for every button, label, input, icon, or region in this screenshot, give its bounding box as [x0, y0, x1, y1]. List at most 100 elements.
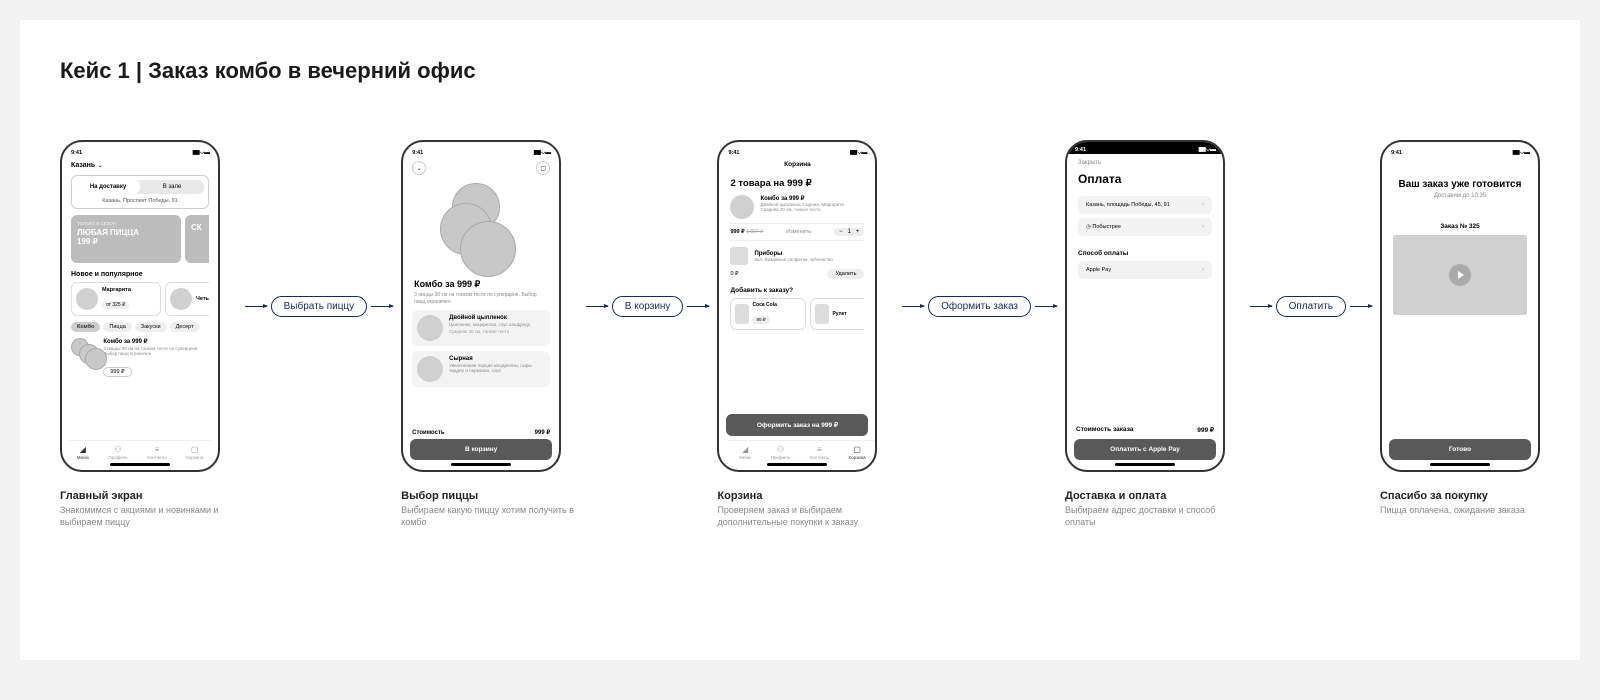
upsell-card[interactable]: Coca Cola90 ₽ [730, 298, 806, 330]
bag-icon: ▢ [540, 165, 546, 172]
product-card[interactable]: Четыр [165, 282, 209, 316]
tab-delivery[interactable]: На доставку [76, 180, 140, 194]
payment-method-field[interactable]: Apple Pay› [1078, 261, 1212, 279]
promo-banner[interactable]: ТОЛЬКО В СЕЗОН ЛЮБАЯ ПИЦЦА199 ₽ [71, 215, 181, 263]
bottom-nav: ◢Меню ⚇Профиль ≡Контакты ▢Корзина [67, 440, 213, 460]
tab-dinein[interactable]: В зале [140, 180, 204, 194]
category-chip[interactable]: Комбо [71, 322, 100, 332]
pizza-option[interactable]: Двойной цыпленокЦыпленок, моцарелла, соу… [412, 310, 550, 346]
section-header: Способ оплаты [1078, 250, 1212, 257]
section-header: Новое и популярное [71, 271, 209, 278]
upsell-header: Добавить к заказу? [730, 287, 864, 294]
chevron-right-icon: › [1202, 224, 1204, 230]
home-indicator [110, 463, 170, 466]
connector-label: Оплатить [1276, 296, 1346, 317]
home-indicator [1430, 463, 1490, 466]
change-link[interactable]: Изменить [786, 229, 811, 235]
upsell-card[interactable]: Рулет [810, 298, 864, 330]
speed-field[interactable]: ◷ Побыстрее› [1078, 218, 1212, 236]
person-icon: ⚇ [114, 445, 121, 454]
step-payment: 9:41▮▮▮ ⌵ ▬ Закрыть Оплата Казань, площа… [1065, 140, 1242, 528]
phone-cart: 9:41▮▮▮ ⌵ ▬ Корзина 2 товара на 999 ₽ Ко… [717, 140, 877, 472]
combo-hero-image [408, 181, 554, 275]
nav-menu[interactable]: ◢Меню [77, 445, 89, 460]
pizza-icon [730, 195, 754, 219]
phone-combo: 9:41▮▮▮ ⌵ ▬ ⌄ ▢ Комбо за 999 ₽ 3 пиццы 3… [401, 140, 561, 472]
step-combo: 9:41▮▮▮ ⌵ ▬ ⌄ ▢ Комбо за 999 ₽ 3 пиццы 3… [401, 140, 578, 528]
order-number: Заказ № 325 [1387, 223, 1533, 230]
plus-icon[interactable]: + [856, 229, 860, 235]
signal-wifi-battery-icon: ▮▮▮ ⌵ ▬ [1198, 146, 1215, 154]
pizza-icon [76, 288, 98, 310]
design-canvas: Кейс 1 | Заказ комбо в вечерний офис 9:4… [20, 20, 1580, 660]
step-desc: Пицца оплачена, ожидание заказа [1380, 505, 1540, 517]
product-card[interactable]: Маргаритаот 325 ₽ [71, 282, 161, 316]
chevron-right-icon: › [1202, 267, 1204, 273]
step-desc: Выбираем адрес доставки и способ оплаты [1065, 505, 1242, 528]
play-icon [1449, 264, 1471, 286]
nav-cart[interactable]: ▢Корзина [186, 445, 203, 460]
nav-profile[interactable]: ⚇Профиль [771, 445, 790, 460]
cart-button[interactable]: ▢ [536, 161, 550, 175]
phone-home: 9:41▮▮▮ ⌵ ▬ Казань⌄ На доставку В зале К… [60, 140, 220, 472]
nav-contacts[interactable]: ≡Контакты [810, 445, 829, 460]
step-title: Спасибо за покупку [1380, 490, 1540, 502]
close-button[interactable]: Закрыть [1078, 160, 1212, 166]
location-selector[interactable]: Казань⌄ [67, 159, 213, 173]
add-to-cart-button[interactable]: В корзину [410, 439, 552, 460]
page-title: Оплата [1078, 172, 1212, 186]
status-bar: 9:41▮▮▮ ⌵ ▬ [408, 147, 554, 159]
utensils-item: Приборы5шт, бумажные салфетки, зубочистк… [730, 247, 864, 265]
flow-connector: Выбрать пиццу [245, 140, 394, 472]
cart-summary: 2 товара на 999 ₽ [730, 178, 864, 189]
category-chip[interactable]: Десерт [170, 322, 200, 332]
flow-connector: Оформить заказ [902, 140, 1057, 472]
flow-connector: В корзину [586, 140, 710, 472]
step-thanks: 9:41▮▮▮ ⌵ ▬ Ваш заказ уже готовится Дост… [1380, 140, 1540, 517]
pay-button[interactable]: Оплатить с Apple Pay [1074, 439, 1216, 460]
connector-label: Оформить заказ [928, 296, 1031, 317]
connector-label: В корзину [612, 296, 684, 317]
done-button[interactable]: Готово [1389, 439, 1531, 460]
combo-image [71, 338, 97, 368]
chevron-down-icon: ⌄ [417, 165, 422, 172]
nav-profile[interactable]: ⚇Профиль [108, 445, 127, 460]
address-text: Казань, Проспект Победы, 91 [76, 198, 204, 204]
address-field[interactable]: Казань, площадь Победы, 45, 91› [1078, 196, 1212, 214]
drink-icon [735, 304, 749, 324]
pizza-icon [417, 315, 443, 341]
clock-icon: ◷ [1086, 224, 1091, 230]
nav-cart[interactable]: ▢Корзина [849, 445, 866, 460]
chevron-down-icon: ⌄ [98, 163, 102, 169]
minus-icon[interactable]: − [839, 229, 843, 235]
signal-wifi-battery-icon: ▮▮▮ ⌵ ▬ [850, 149, 867, 157]
back-button[interactable]: ⌄ [412, 161, 426, 175]
pizza-slice-icon: ◢ [80, 445, 86, 454]
category-chip[interactable]: Пицца [103, 322, 131, 332]
qty-stepper[interactable]: −1+ [834, 228, 864, 236]
nav-contacts[interactable]: ≡Контакты [147, 445, 166, 460]
product-title: Комбо за 999 ₽ [414, 279, 548, 290]
thanks-title: Ваш заказ уже готовится [1397, 179, 1523, 191]
category-chip[interactable]: Закуски [135, 322, 167, 332]
page-title: Корзина [724, 161, 870, 168]
tracking-video[interactable] [1393, 235, 1527, 315]
status-bar: 9:41▮▮▮ ⌵ ▬ [1387, 147, 1533, 159]
delete-button[interactable]: Удалить [827, 269, 864, 279]
checkout-button[interactable]: Оформить заказ на 999 ₽ [726, 414, 868, 436]
step-desc: Выбираем какую пиццу хотим получить в ко… [401, 505, 578, 528]
bag-icon: ▢ [853, 445, 861, 454]
bottom-nav: ◢Меню ⚇Профиль ≡Контакты ▢Корзина [729, 440, 875, 460]
list-icon: ≡ [817, 445, 822, 454]
nav-menu[interactable]: ◢Меню [739, 445, 751, 460]
combo-card[interactable]: Комбо за 999 ₽ 3 пиццы 30 см на тонком т… [71, 338, 209, 378]
pizza-option[interactable]: СырнаяУвеличенная порция моцареллы, сыры… [412, 351, 550, 387]
home-indicator [451, 463, 511, 466]
list-icon: ≡ [155, 445, 160, 454]
step-desc: Проверяем заказ и выбираем дополнительны… [717, 505, 894, 528]
status-bar: 9:41▮▮▮ ⌵ ▬ [724, 147, 870, 159]
delivery-tabs[interactable]: На доставку В зале [76, 180, 204, 194]
phone-payment: 9:41▮▮▮ ⌵ ▬ Закрыть Оплата Казань, площа… [1065, 140, 1225, 472]
promo-banner-2[interactable]: СК [185, 215, 209, 263]
step-home: 9:41▮▮▮ ⌵ ▬ Казань⌄ На доставку В зале К… [60, 140, 237, 528]
